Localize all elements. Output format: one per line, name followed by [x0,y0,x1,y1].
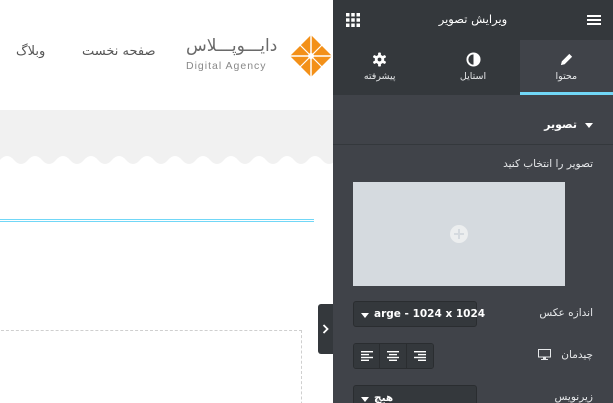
image-size-label: اندازه عکس [539,307,593,319]
align-left-icon [360,351,373,361]
desktop-icon[interactable] [538,349,551,360]
image-size-value: arge - 1024 x 1024 [374,308,486,320]
caption-select[interactable]: هیچ [353,385,477,403]
nav-link-blog[interactable]: وبلاگ [16,44,45,59]
caption-label: زیرنویس [554,391,593,403]
nav-link-home[interactable]: صفحه نخست [82,44,155,59]
site-preview: وبلاگ صفحه نخست دایـــوپـــلاس Digital A… [0,0,333,403]
tab-content[interactable]: محتوا [519,40,613,95]
image-size-select[interactable]: arge - 1024 x 1024 [353,301,485,327]
caret-down-icon [361,313,369,318]
panel-header: ویرایش تصویر [333,0,613,40]
empty-section-dropzone[interactable] [0,330,302,403]
caption-value: هیچ [374,392,394,403]
section-image-header[interactable]: تصویر [333,107,613,145]
align-right-button[interactable] [406,344,433,368]
selected-widget-outline[interactable] [0,219,314,222]
align-center-icon [387,351,400,361]
half-circle-icon [465,52,481,67]
tab-style[interactable]: استایل [426,40,519,95]
tab-advanced-label: پیشرفته [363,71,396,82]
menu-icon[interactable] [586,12,602,28]
caret-down-icon [361,397,369,402]
tab-advanced[interactable]: پیشرفته [333,40,426,95]
align-right-icon [413,351,426,361]
image-picker[interactable] [353,182,565,286]
align-center-button[interactable] [380,344,407,368]
wave-divider [0,156,333,172]
pencil-icon [560,53,572,66]
apps-grid-icon[interactable] [345,12,361,28]
alignment-choices [353,343,434,369]
chevron-right-icon [322,324,329,334]
logo-name: دایـــوپـــلاس [186,36,278,56]
editor-panel: ویرایش تصویر محتوا استایل پیشرفته تصویر … [333,0,613,403]
tab-style-label: استایل [459,71,487,82]
panel-title: ویرایش تصویر [438,12,508,26]
logo-icon [290,35,332,77]
section-title: تصویر [544,118,577,131]
logo-tagline: Digital Agency [186,60,267,72]
caret-down-icon [585,123,593,128]
choose-image-label: تصویر را انتخاب کنید [503,158,593,170]
plus-circle-icon [450,225,468,243]
alignment-label: چیدمان [561,349,593,361]
tab-content-label: محتوا [555,71,578,82]
align-left-button[interactable] [354,344,381,368]
collapse-panel-button[interactable] [318,304,333,354]
panel-tabs: محتوا استایل پیشرفته [333,40,613,95]
site-header: وبلاگ صفحه نخست دایـــوپـــلاس Digital A… [0,0,333,110]
gear-icon [373,52,387,67]
